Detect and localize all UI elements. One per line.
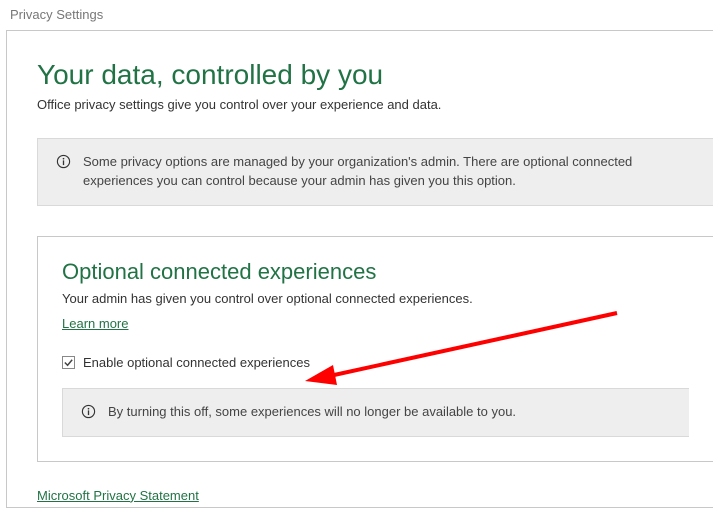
info-icon — [81, 404, 96, 419]
enable-optional-row: Enable optional connected experiences — [62, 355, 689, 370]
admin-info-text: Some privacy options are managed by your… — [83, 153, 695, 191]
info-icon — [56, 154, 71, 169]
page-heading: Your data, controlled by you — [37, 59, 713, 91]
privacy-statement-link[interactable]: Microsoft Privacy Statement — [37, 488, 199, 503]
enable-optional-label: Enable optional connected experiences — [83, 355, 310, 370]
learn-more-link[interactable]: Learn more — [62, 316, 128, 331]
optional-desc: Your admin has given you control over op… — [62, 291, 689, 306]
enable-optional-checkbox[interactable] — [62, 356, 75, 369]
content-frame: Your data, controlled by you Office priv… — [6, 30, 713, 508]
page-subtitle: Office privacy settings give you control… — [37, 97, 713, 112]
optional-heading: Optional connected experiences — [62, 259, 689, 285]
window-title: Privacy Settings — [0, 0, 713, 30]
off-warning-text: By turning this off, some experiences wi… — [108, 403, 516, 422]
admin-info-banner: Some privacy options are managed by your… — [37, 138, 713, 206]
off-warning-banner: By turning this off, some experiences wi… — [62, 388, 689, 437]
optional-experiences-card: Optional connected experiences Your admi… — [37, 236, 713, 462]
